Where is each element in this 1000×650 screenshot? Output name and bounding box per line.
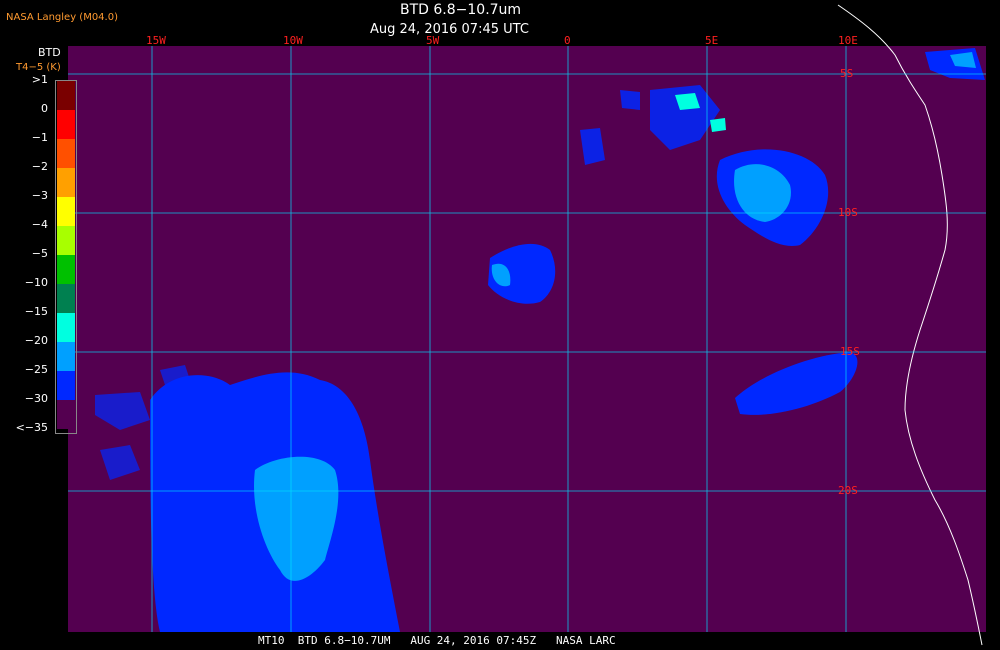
map-subtitle: Aug 24, 2016 07:45 UTC: [370, 22, 529, 37]
legend-tick-label: −4: [31, 218, 48, 231]
legend-tick-label: −2: [31, 160, 48, 173]
legend-tick-label: −10: [24, 276, 48, 289]
lat-label-10s: 10S: [838, 206, 858, 219]
legend-color-swatch: [57, 284, 75, 313]
legend-title: BTD: [38, 46, 61, 59]
legend-color-swatch: [57, 139, 75, 168]
legend-color-swatch: [57, 313, 75, 342]
legend-tick-label: −25: [24, 363, 48, 376]
legend-color-swatch: [57, 400, 75, 429]
legend-color-swatch: [57, 226, 75, 255]
legend-tick-label: −15: [24, 305, 48, 318]
legend-tick-label: −20: [24, 334, 48, 347]
color-legend: BTD T4−5 (K) >1 0 −1 −2 −3 −4 −5 −10 −15 −20 −25 −3…: [0, 40, 80, 440]
legend-color-swatch: [57, 342, 75, 371]
lat-label-20s: 20S: [838, 484, 858, 497]
legend-tick-label: −3: [31, 189, 48, 202]
legend-tick-label: −5: [31, 247, 48, 260]
legend-color-swatch: [57, 197, 75, 226]
lon-label-10w: 10W: [283, 34, 303, 47]
lat-label-15s: 15S: [840, 345, 860, 358]
lat-label-5s: 5S: [840, 67, 854, 80]
legend-color-swatch: [57, 255, 75, 284]
legend-units: T4−5 (K): [16, 62, 61, 73]
legend-tick-label: >1: [31, 73, 48, 86]
credit-label: NASA Langley (M04.0): [6, 12, 118, 23]
footer-caption: MT10 BTD 6.8−10.7UM AUG 24, 2016 07:45Z …: [258, 634, 616, 647]
legend-color-swatch: [57, 168, 75, 197]
legend-color-swatch: [57, 81, 75, 110]
legend-color-swatch: [57, 110, 75, 139]
lon-label-5e: 5E: [705, 34, 719, 47]
legend-color-swatch: [57, 371, 75, 400]
map-title: BTD 6.8−10.7um: [400, 2, 522, 18]
legend-tick-label: −30: [24, 392, 48, 405]
legend-tick-label: 0: [41, 102, 48, 115]
lon-label-5w: 5W: [426, 34, 440, 47]
legend-tick-label: <−35: [15, 421, 48, 434]
satellite-map: [68, 4, 986, 646]
lon-label-10e: 10E: [838, 34, 858, 47]
lon-label-0: 0: [564, 34, 571, 47]
legend-tick-label: −1: [31, 131, 48, 144]
lon-label-15w: 15W: [146, 34, 166, 47]
